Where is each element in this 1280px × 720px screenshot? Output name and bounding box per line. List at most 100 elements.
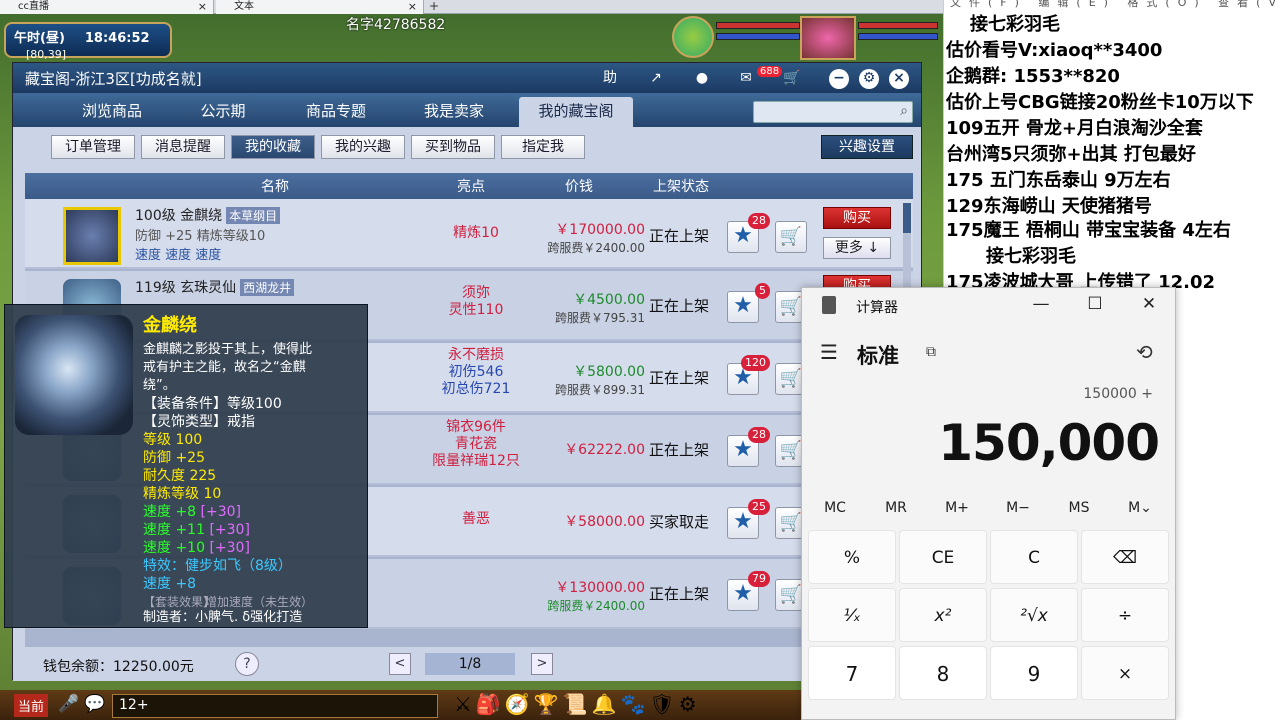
search-input[interactable]: ⌕ <box>753 101 913 123</box>
buy-button[interactable]: 购买 <box>823 207 891 229</box>
favorite-star-icon[interactable]: ★ 79 <box>727 571 770 611</box>
memory-add-button[interactable]: M+ <box>927 500 987 516</box>
percent-key[interactable]: % <box>808 530 896 584</box>
memory-list-button[interactable]: M⌄ <box>1110 500 1170 516</box>
memory-recall-button[interactable]: MR <box>866 500 926 516</box>
close-icon[interactable]: × <box>889 69 909 89</box>
clear-entry-key[interactable]: CE <box>899 530 987 584</box>
next-page-button[interactable]: > <box>531 653 553 675</box>
stop-icon[interactable]: ● <box>689 67 715 89</box>
favorite-star-icon[interactable]: ★ 28 <box>727 427 770 467</box>
game-toolbar-icons[interactable]: ⚔🎒🧭🏆📜🔔🐾🛡⚙ <box>454 692 701 716</box>
history-icon[interactable]: ⟲ <box>1136 340 1153 364</box>
nav-publicity[interactable]: 公示期 <box>173 97 273 127</box>
item-name[interactable]: 100级 金麒绕 <box>135 208 222 224</box>
divide-key[interactable]: ÷ <box>1081 588 1169 642</box>
keep-on-top-icon[interactable]: ⧉ <box>926 344 936 360</box>
speed-bonus: [+30] <box>209 540 250 556</box>
item-speed: 速度 速度 速度 <box>135 248 222 263</box>
nav-browse[interactable]: 浏览商品 <box>57 97 167 127</box>
listing-status: 正在上架 <box>649 227 710 245</box>
close-icon[interactable]: × <box>408 0 417 14</box>
cross-server-fee: 跨服费￥2400.00 <box>547 241 645 255</box>
notepad-line: 台州湾5只须弥+出其 打包最好 <box>946 144 1196 165</box>
digit-7-key[interactable]: 7 <box>808 646 896 700</box>
pet-avatar[interactable] <box>672 16 714 58</box>
notepad-line: 175 五门东岳泰山 9万左右 <box>946 170 1171 191</box>
help-icon[interactable]: ? <box>235 652 259 676</box>
item-name[interactable]: 119级 玄珠灵仙 <box>135 280 236 296</box>
cart-icon[interactable]: 🛒 <box>779 67 805 89</box>
notepad-line: 接七彩羽毛 <box>970 14 1060 35</box>
favorite-star-icon[interactable]: ★ 25 <box>727 499 770 539</box>
maximize-button[interactable]: ☐ <box>1080 294 1110 314</box>
favorite-star-icon[interactable]: ★ 120 <box>727 355 770 395</box>
notepad-menu[interactable]: 文件(F) 编辑(E) 格式(O) 查看(V) 帮助(H) <box>944 0 1280 10</box>
interest-settings-button[interactable]: 兴趣设置 <box>821 135 913 159</box>
prev-page-button[interactable]: < <box>389 653 411 675</box>
chat-input[interactable]: 12+ <box>112 694 438 718</box>
memory-clear-button[interactable]: MC <box>805 500 865 516</box>
settings-icon[interactable]: ⚙ <box>859 69 879 89</box>
subnav-orders[interactable]: 订单管理 <box>51 135 135 159</box>
cart-icon[interactable]: 🛒 <box>775 221 807 253</box>
microphone-icon[interactable]: 🎤 <box>58 694 79 714</box>
favorite-count: 5 <box>755 283 770 299</box>
browser-tab-text[interactable]: 文本 × <box>216 0 424 14</box>
memory-store-button[interactable]: MS <box>1049 500 1109 516</box>
digit-8-key[interactable]: 8 <box>899 646 987 700</box>
listing-status: 正在上架 <box>649 297 710 315</box>
square-root-key[interactable]: ²√x <box>990 588 1078 642</box>
reciprocal-key[interactable]: ¹⁄ₓ <box>808 588 896 642</box>
notepad-line: 企鹅群: 1553**820 <box>946 66 1120 87</box>
close-button[interactable]: ✕ <box>1134 294 1164 314</box>
share-icon[interactable]: ↗ <box>643 67 669 89</box>
nav-topics[interactable]: 商品专题 <box>279 97 393 127</box>
table-row[interactable]: 100级 金麒绕 本草纲目 防御 +25 精炼等级10 速度 速度 速度 精炼10… <box>25 199 913 269</box>
table-header: 名称 亮点 价钱 上架状态 <box>25 173 913 199</box>
subnav-designated[interactable]: 指定我 <box>501 135 585 159</box>
browser-tab-cc[interactable]: cc直播 × <box>0 0 214 14</box>
calculator-display: 150,000 <box>938 414 1160 472</box>
digit-9-key[interactable]: 9 <box>990 646 1078 700</box>
item-price: ￥4500.00 <box>573 292 645 308</box>
minimize-icon[interactable]: − <box>829 69 849 89</box>
backspace-key[interactable]: ⌫ <box>1081 530 1169 584</box>
new-tab-button[interactable]: + <box>426 0 442 14</box>
message-icon[interactable]: ✉ <box>733 67 759 89</box>
notepad-line: 129东海崂山 天使猪猪号 <box>946 196 1152 217</box>
subnav-bought[interactable]: 买到物品 <box>411 135 495 159</box>
scrollbar-thumb[interactable] <box>903 203 911 233</box>
wallet-balance: 钱包余额：12250.00元 <box>43 659 194 675</box>
hamburger-menu-icon[interactable]: ☰ <box>820 340 838 364</box>
player-avatar[interactable] <box>800 16 856 60</box>
notepad-line: 估价看号V:xiaoq**3400 <box>946 40 1163 61</box>
col-name: 名称 <box>261 179 289 195</box>
chat-channel-button[interactable]: 当前 <box>14 694 49 717</box>
listing-status: 买家取走 <box>649 513 710 531</box>
assistant-icon[interactable]: 助 <box>597 67 623 89</box>
multiply-key[interactable]: × <box>1081 646 1169 700</box>
nav-my-cbg[interactable]: 我的藏宝阁 <box>519 97 633 127</box>
subnav-messages[interactable]: 消息提醒 <box>141 135 225 159</box>
square-key[interactable]: x² <box>899 588 987 642</box>
subnav-interests[interactable]: 我的兴趣 <box>321 135 405 159</box>
memory-subtract-button[interactable]: M− <box>988 500 1048 516</box>
minimize-button[interactable]: — <box>1026 294 1056 314</box>
clear-key[interactable]: C <box>990 530 1078 584</box>
subnav-favorites[interactable]: 我的收藏 <box>231 135 315 159</box>
favorite-count: 28 <box>748 213 770 229</box>
close-icon[interactable]: × <box>198 0 207 14</box>
search-icon[interactable]: ⌕ <box>900 103 908 119</box>
calculator-mode: 标准 <box>857 344 899 368</box>
emoji-icon[interactable]: 💬 <box>84 694 105 714</box>
tooltip-title: 金麟绕 <box>143 315 197 336</box>
favorite-star-icon[interactable]: ★ 28 <box>727 213 770 253</box>
favorite-star-icon[interactable]: ★ 5 <box>727 283 770 323</box>
item-thumbnail[interactable] <box>63 207 121 265</box>
tooltip-desc: 金麒麟之影投于其上，使得此 <box>143 342 313 357</box>
nav-seller[interactable]: 我是卖家 <box>399 97 509 127</box>
more-button[interactable]: 更多 ↓ <box>823 237 891 259</box>
item-highlight: 精炼10 <box>453 225 499 241</box>
item-price: ￥5800.00 <box>573 364 645 380</box>
